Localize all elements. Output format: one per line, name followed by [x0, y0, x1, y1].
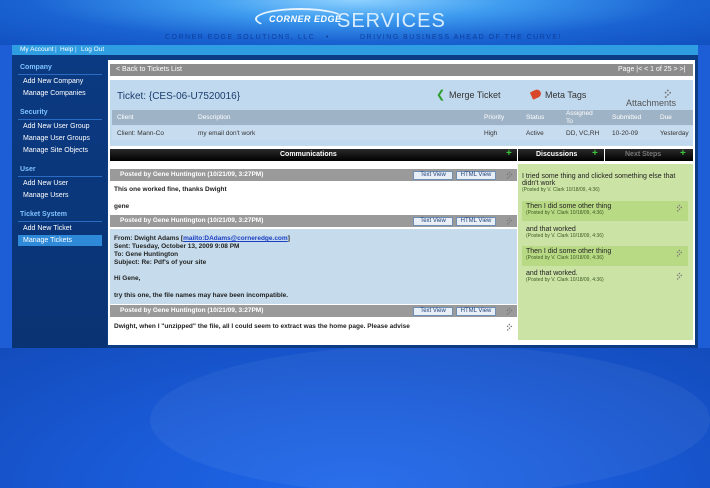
text-view-button[interactable]: Text View — [413, 171, 453, 180]
discussion-text: Then I did some other thing — [526, 248, 612, 255]
sidebar-item-add-user-group[interactable]: Add New User Group — [23, 123, 90, 130]
column-header-description: Description — [198, 114, 231, 121]
column-header-status: Status — [526, 114, 545, 121]
column-header-assigned-to: To — [566, 118, 573, 125]
attachments-button[interactable]: Attachments — [626, 98, 676, 108]
tagline-company: CORNER EDGE SOLUTIONS, LLC — [165, 34, 316, 41]
logo-big-text: SERVICES — [337, 10, 446, 32]
sidebar-item-manage-companies[interactable]: Manage Companies — [23, 90, 86, 97]
nav-separator: | — [75, 46, 77, 53]
back-to-tickets-link[interactable]: < Back to Tickets List — [116, 66, 182, 73]
sidebar-heading-company: Company — [20, 64, 52, 71]
discussion-item: and that worked (Posted by V. Clark 10/1… — [522, 226, 688, 239]
sidebar-divider — [18, 74, 102, 75]
post-body: This one worked fine, thanks Dwight — [114, 186, 227, 193]
discussion-meta: (Posted by V. Clark 10/18/09, 4:36) — [526, 233, 604, 239]
discussion-item: Then I did some other thing (Posted by V… — [522, 246, 688, 266]
sidebar-heading-security: Security — [20, 109, 48, 116]
sidebar-item-manage-users[interactable]: Manage Users — [23, 192, 69, 199]
discussion-meta: (Posted by V. Clark 10/18/09, 4:36) — [526, 255, 604, 261]
sidebar-item-manage-site-objects[interactable]: Manage Site Objects — [23, 147, 88, 154]
sidebar-divider — [18, 119, 102, 120]
sidebar-item-manage-user-groups[interactable]: Manage User Groups — [23, 135, 90, 142]
add-next-step-plus-icon[interactable]: + — [680, 149, 686, 159]
ticket-assigned: DD, VC,RH — [566, 130, 600, 137]
help-link[interactable]: Help — [60, 46, 73, 53]
column-header-assigned: Assigned — [566, 110, 593, 117]
column-header-client: Client — [117, 114, 134, 121]
ticket-status: Active — [526, 130, 544, 137]
discussion-meta: (Posted by V. Clark 10/18/09, 4:36) — [526, 277, 604, 283]
discussion-meta: (Posted by V. Clark 10/18/09, 4:36) — [526, 210, 604, 216]
ticket-priority: High — [484, 130, 498, 137]
email-to: To: Gene Huntington — [114, 251, 179, 258]
meta-tags-button[interactable]: Meta Tags — [545, 90, 586, 100]
communications-title: Communications — [280, 151, 337, 158]
sidebar — [12, 55, 107, 348]
text-view-button[interactable]: Text View — [413, 217, 453, 226]
ticket-description: my email don't work — [198, 130, 256, 137]
email-from: From: Dwight Adams [mailto:DAdams@corner… — [114, 235, 290, 242]
merge-ticket-button[interactable]: Merge Ticket — [449, 90, 501, 100]
ticket-client: Client: Mann-Co — [117, 130, 164, 137]
add-communication-plus-icon[interactable]: + — [506, 149, 512, 159]
discussion-text: and that worked. — [526, 270, 578, 277]
ticket-title: Ticket: {CES-06-U7520016} — [117, 91, 241, 102]
sidebar-item-add-ticket[interactable]: Add New Ticket — [23, 225, 72, 232]
nav-separator: | — [55, 46, 57, 53]
email-from-link[interactable]: mailto:DAdams@corneredge.com — [183, 235, 288, 242]
post-body: Dwight, when I "unzipped" the file, all … — [114, 323, 410, 330]
post-author: Posted by Gene Huntington (10/21/09, 3:2… — [120, 307, 264, 314]
discussion-text: Then I did some other thing — [526, 203, 612, 210]
ticket-due: Yesterday — [660, 130, 689, 137]
discussion-item: Then I did some other thing (Posted by V… — [522, 201, 688, 221]
logout-link[interactable]: Log Out — [81, 46, 104, 53]
discussions-title: Discussions — [536, 151, 578, 158]
ticket-submitted: 10-20-09 — [612, 130, 639, 137]
email-sent: Sent: Tuesday, October 13, 2009 9:08 PM — [114, 243, 240, 250]
merge-arrow-icon: ❮ — [436, 89, 446, 101]
discussion-item: and that worked. (Posted by V. Clark 10/… — [522, 270, 688, 283]
tagline-bullet: • — [326, 34, 330, 41]
sidebar-item-manage-tickets[interactable]: Manage Tickets — [23, 237, 72, 244]
post-author: Posted by Gene Huntington (10/21/09, 3:2… — [120, 171, 264, 178]
sidebar-heading-ticket-system: Ticket System — [20, 211, 67, 218]
discussion-meta: (Posted by V. Clark 10/18/09, 4:36) — [522, 187, 600, 193]
discussion-item: I tried some thing and clicked something… — [522, 173, 688, 193]
html-view-button[interactable]: HTML View — [456, 217, 496, 226]
discussion-text: I tried some thing and clicked something… — [522, 173, 676, 187]
pagination[interactable]: Page |< < 1 of 25 > >| — [618, 66, 685, 73]
my-account-link[interactable]: My Account — [20, 46, 54, 53]
tagline-slogan: DRIVING BUSINESS AHEAD OF THE CURVE! — [360, 34, 562, 41]
email-greeting: Hi Gene, — [114, 275, 141, 282]
email-body: try this one, the file names may have be… — [114, 292, 289, 299]
html-view-button[interactable]: HTML View — [456, 171, 496, 180]
column-header-due: Due — [660, 114, 672, 121]
discussion-text: and that worked — [526, 226, 576, 233]
email-from-end: ] — [287, 235, 290, 242]
footer-sheen — [150, 345, 710, 488]
ticket-toolbar — [110, 64, 693, 76]
email-from-label: From: Dwight Adams [ — [114, 235, 184, 242]
sidebar-divider — [18, 176, 102, 177]
post-body: gene — [114, 203, 130, 210]
html-view-button[interactable]: HTML View — [456, 307, 496, 316]
column-header-priority: Priority — [484, 114, 505, 121]
next-steps-title: Next Steps — [625, 151, 662, 158]
text-view-button[interactable]: Text View — [413, 307, 453, 316]
sidebar-divider — [18, 221, 102, 222]
post-author: Posted by Gene Huntington (10/21/09, 3:2… — [120, 217, 264, 224]
add-discussion-plus-icon[interactable]: + — [592, 149, 598, 159]
sidebar-item-add-company[interactable]: Add New Company — [23, 78, 83, 85]
logo-small-text: CORNER EDGE — [269, 14, 342, 24]
column-header-submitted: Submitted — [612, 114, 642, 121]
sidebar-item-add-user[interactable]: Add New User — [23, 180, 68, 187]
email-subject: Subject: Re: Pdf's of your site — [114, 259, 207, 266]
top-nav-bar — [12, 45, 698, 55]
sidebar-heading-user: User — [20, 166, 36, 173]
